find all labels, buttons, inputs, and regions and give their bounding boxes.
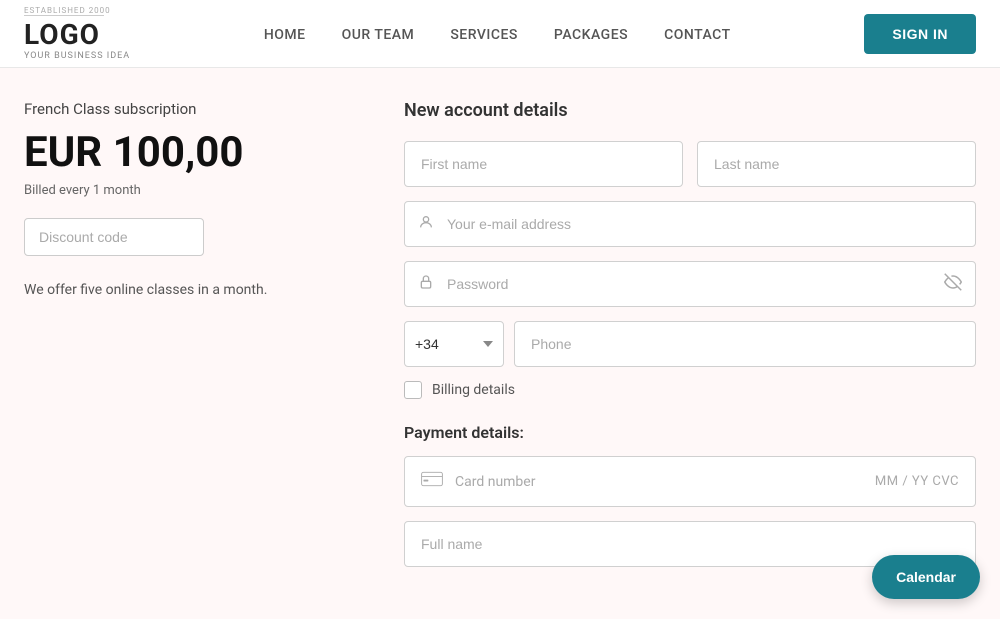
nav-item-home[interactable]: HOME — [264, 24, 306, 43]
password-field — [404, 261, 976, 307]
calendar-button[interactable]: Calendar — [872, 555, 980, 599]
nav-link-our-team[interactable]: OUR TEAM — [342, 27, 415, 43]
last-name-input[interactable] — [697, 141, 976, 187]
email-input[interactable] — [404, 201, 976, 247]
payment-title: Payment details: — [404, 423, 976, 442]
nav-item-contact[interactable]: CONTACT — [664, 24, 731, 43]
lock-icon — [418, 274, 434, 294]
name-row — [404, 141, 976, 187]
password-row — [404, 261, 976, 307]
logo-tagline: YOUR BUSINESS IDEA — [24, 51, 130, 61]
country-code-select[interactable]: +34 +1 +44 +33 +49 — [404, 321, 504, 367]
nav-item-packages[interactable]: PACKAGES — [554, 24, 628, 43]
logo: ESTABLISHED 2000 LOGO YOUR BUSINESS IDEA — [24, 6, 130, 61]
section-title: New account details — [404, 100, 976, 121]
nav-link-home[interactable]: HOME — [264, 27, 306, 43]
billing-checkbox[interactable] — [404, 381, 422, 399]
signin-button[interactable]: SIGN IN — [864, 14, 976, 54]
billing-row: Billing details — [404, 381, 976, 399]
nav-item-our-team[interactable]: OUR TEAM — [342, 24, 415, 43]
logo-text: LOGO — [24, 18, 100, 51]
card-icon — [421, 471, 443, 492]
logo-divider — [24, 15, 104, 16]
email-field — [404, 201, 976, 247]
eye-off-icon[interactable] — [944, 273, 962, 295]
nav-link-services[interactable]: SERVICES — [450, 27, 518, 43]
phone-input[interactable] — [514, 321, 976, 367]
discount-code-input[interactable] — [24, 218, 204, 256]
card-number-placeholder: Card number — [455, 474, 863, 490]
nav-item-services[interactable]: SERVICES — [450, 24, 518, 43]
password-input[interactable] — [404, 261, 976, 307]
first-name-field — [404, 141, 683, 187]
billing-cycle: Billed every 1 month — [24, 183, 344, 198]
card-mm-cvc: MM / YY CVC — [875, 474, 959, 489]
last-name-field — [697, 141, 976, 187]
left-panel: French Class subscription EUR 100,00 Bil… — [24, 100, 364, 581]
main-content: French Class subscription EUR 100,00 Bil… — [0, 68, 1000, 613]
nav-link-contact[interactable]: CONTACT — [664, 27, 731, 43]
nav-link-packages[interactable]: PACKAGES — [554, 27, 628, 43]
description-text: We offer five online classes in a month. — [24, 280, 344, 301]
nav-links: HOME OUR TEAM SERVICES PACKAGES CONTACT — [264, 24, 731, 43]
price: EUR 100,00 — [24, 128, 344, 177]
navigation: ESTABLISHED 2000 LOGO YOUR BUSINESS IDEA… — [0, 0, 1000, 68]
card-number-row: Card number MM / YY CVC — [404, 456, 976, 507]
email-row — [404, 201, 976, 247]
logo-established: ESTABLISHED 2000 — [24, 6, 111, 15]
right-panel: New account details — [404, 100, 976, 581]
first-name-input[interactable] — [404, 141, 683, 187]
user-icon — [418, 214, 434, 234]
billing-label[interactable]: Billing details — [432, 382, 515, 398]
subscription-title: French Class subscription — [24, 100, 344, 118]
phone-row: +34 +1 +44 +33 +49 — [404, 321, 976, 367]
